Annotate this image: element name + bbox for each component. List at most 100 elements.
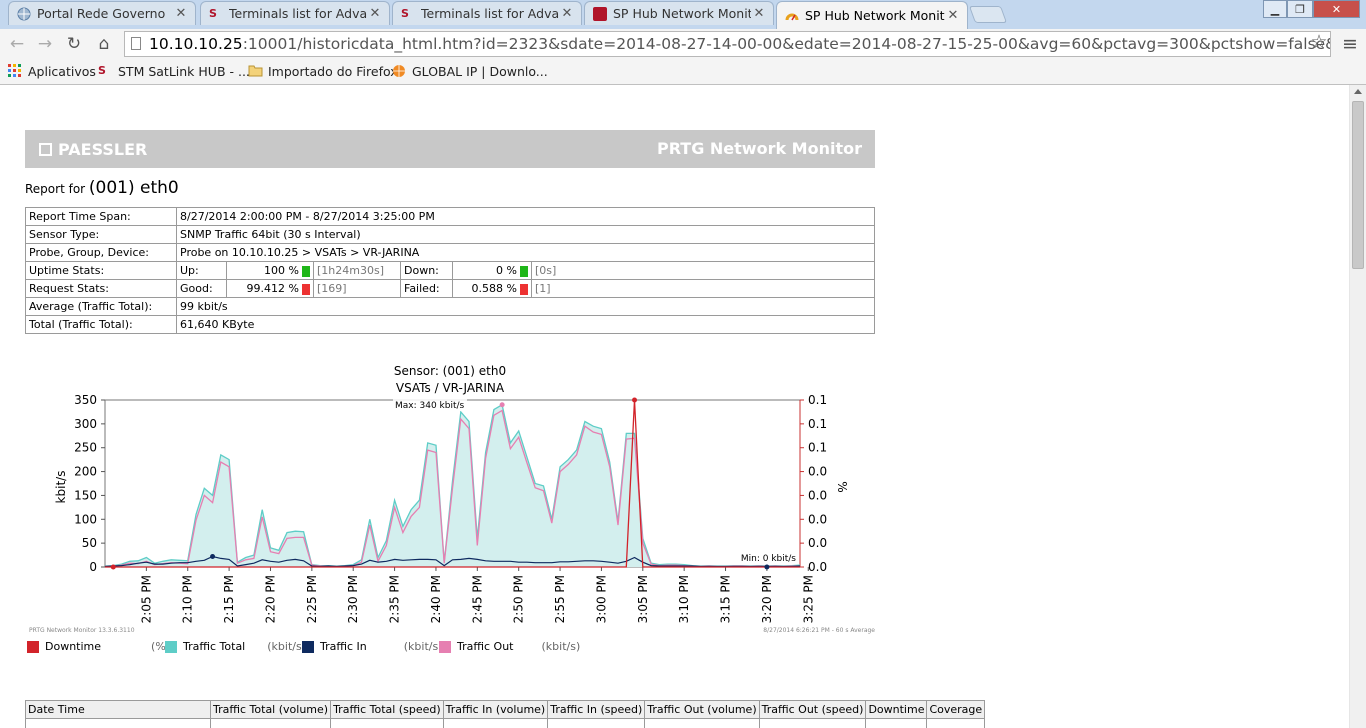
table-row: Total (Traffic Total): 61,640 KByte	[25, 315, 875, 334]
bookmark-apps[interactable]: Aplicativos	[8, 62, 96, 80]
min-marker	[764, 564, 770, 570]
y2-tick-label: 0.0	[808, 465, 827, 479]
stat-value: SNMP Traffic 64bit (30 s Interval)	[176, 225, 875, 244]
y2-tick-label: 0.1	[808, 417, 827, 431]
table-header-row: Date Time Traffic Total (volume) Traffic…	[25, 700, 986, 719]
chart-title: Sensor: (001) eth0	[394, 364, 506, 378]
max-marker	[499, 402, 505, 408]
status-bad-square	[520, 283, 528, 295]
minimize-button[interactable]: ▁	[1263, 0, 1287, 18]
stat-value: Probe on 10.10.10.25 > VSATs > VR-JARINA	[176, 243, 875, 262]
max-label: Max: 340 kbit/s	[395, 401, 465, 411]
home-icon[interactable]: ⌂	[92, 32, 116, 56]
browser-toolbar: ← → ↻ ⌂ 10.10.10.25:10001/historicdata_h…	[0, 29, 1366, 59]
chart-legend: Downtime (%) Traffic Total (kbit/s) Traf…	[25, 640, 625, 658]
stm-logo-icon: S	[98, 64, 106, 77]
legend-item-traffic-out: Traffic Out (kbit/s)	[439, 640, 580, 653]
legend-label: Downtime	[45, 640, 102, 653]
y-tick-label: 200	[74, 465, 97, 479]
legend-swatch	[27, 640, 39, 653]
min-label: Min: 0 kbit/s	[741, 554, 796, 564]
vertical-scrollbar[interactable]	[1349, 85, 1366, 728]
chart-footer-right: 8/27/2014 6:26:21 PM - 60 s Average	[763, 627, 875, 634]
x-tick-label: 2:55 PM	[553, 575, 567, 623]
report-sensor-name: (001) eth0	[88, 178, 179, 198]
menu-icon[interactable]: ≡	[1338, 32, 1362, 56]
column-header[interactable]: Traffic Out (speed)	[758, 700, 867, 719]
tab-sp-hub-1[interactable]: SP Hub Network Monitor ✕	[584, 1, 774, 25]
column-header[interactable]: Traffic Out (volume)	[644, 700, 760, 719]
report-heading: Report for (001) eth0	[25, 178, 179, 198]
column-header[interactable]: Coverage	[926, 700, 986, 719]
y2-tick-label: 0.1	[808, 441, 827, 455]
x-tick-label: 2:05 PM	[139, 575, 153, 623]
good-value: 99.412 %	[246, 282, 299, 295]
prtg-red-icon	[593, 6, 607, 21]
tab-strip: Portal Rede Governo ✕ S Terminals list f…	[0, 0, 1366, 29]
prtg-gauge-icon	[785, 9, 799, 23]
table-row: Probe, Group, Device: Probe on 10.10.10.…	[25, 243, 875, 262]
page-icon	[131, 37, 141, 50]
x-tick-label: 2:45 PM	[470, 575, 484, 623]
table-row: Uptime Stats: Up: 100 % [1h24m30s] Down:…	[25, 261, 875, 280]
up-time: [1h24m30s]	[313, 261, 401, 280]
x-tick-label: 2:10 PM	[181, 575, 195, 623]
legend-unit: (kbit/s)	[267, 640, 306, 653]
table-row: Average (Traffic Total): 99 kbit/s	[25, 297, 875, 316]
column-header[interactable]: Traffic In (volume)	[442, 700, 549, 719]
tab-sp-hub-active[interactable]: SP Hub Network Monitor ✕	[776, 1, 968, 29]
x-tick-label: 3:05 PM	[636, 575, 650, 623]
legend-label: Traffic Total	[183, 640, 246, 653]
tab-terminals-list-1[interactable]: S Terminals list for Advance ✕	[200, 1, 390, 25]
stm-logo-icon: S	[401, 6, 409, 20]
column-header[interactable]: Date Time	[25, 700, 211, 719]
column-header[interactable]: Downtime	[865, 700, 928, 719]
new-tab-button[interactable]	[968, 6, 1008, 23]
table-row	[25, 718, 986, 728]
back-arrow-icon[interactable]: ←	[5, 32, 29, 56]
y2-tick-label: 0.1	[808, 393, 827, 407]
x-tick-label: 2:30 PM	[346, 575, 360, 623]
chart-subtitle: VSATs / VR-JARINA	[396, 381, 505, 395]
paessler-logo: PAESSLER	[39, 140, 147, 159]
legend-swatch	[439, 640, 451, 653]
legend-item-traffic-total: Traffic Total (kbit/s)	[165, 640, 306, 653]
y-tick-label: 0	[89, 560, 97, 574]
tab-terminals-list-2[interactable]: S Terminals list for Advance ✕	[392, 1, 582, 25]
y2-tick-label: 0.0	[808, 560, 827, 574]
column-header[interactable]: Traffic Total (speed)	[330, 700, 444, 719]
bookmark-global-ip[interactable]: GLOBAL IP | Downlo...	[392, 62, 548, 80]
url-host: 10.10.10.25	[149, 35, 243, 53]
close-tab-icon[interactable]: ✕	[945, 8, 961, 23]
folder-icon	[248, 64, 263, 78]
reload-icon[interactable]: ↻	[62, 32, 86, 56]
column-header[interactable]: Traffic Total (volume)	[209, 700, 332, 719]
status-good-square	[302, 265, 310, 277]
y-tick-label: 250	[74, 441, 97, 455]
close-tab-icon[interactable]: ✕	[559, 6, 575, 21]
maximize-button[interactable]: ❐	[1287, 0, 1313, 18]
stat-label: Uptime Stats:	[25, 261, 177, 280]
x-tick-label: 3:15 PM	[719, 575, 733, 623]
column-header[interactable]: Traffic In (speed)	[547, 700, 646, 719]
y-axis-label: kbit/s	[54, 471, 68, 504]
close-tab-icon[interactable]: ✕	[173, 6, 189, 21]
forward-arrow-icon[interactable]: →	[33, 32, 57, 56]
close-tab-icon[interactable]: ✕	[751, 6, 767, 21]
y2-axis-label: %	[835, 481, 849, 492]
bookmark-stm-satlink[interactable]: S STM SatLink HUB - ...	[98, 62, 250, 80]
status-bad-square	[302, 283, 310, 295]
bookmark-label: Aplicativos	[28, 63, 96, 79]
scrollbar-thumb[interactable]	[1352, 101, 1364, 269]
bookmark-star-icon[interactable]: ☆	[1307, 30, 1331, 54]
good-value-cell: 99.412 %	[226, 279, 314, 298]
close-tab-icon[interactable]: ✕	[367, 6, 383, 21]
bookmark-firefox-folder[interactable]: Importado do Firefox	[248, 62, 398, 80]
address-bar[interactable]: 10.10.10.25:10001/historicdata_html.htm?…	[124, 31, 1331, 57]
close-window-button[interactable]: ✕	[1313, 0, 1360, 18]
traffic-chart: Sensor: (001) eth0 VSATs / VR-JARINA 350…	[29, 364, 875, 634]
scroll-up-arrow-icon[interactable]	[1354, 89, 1362, 94]
report-banner: PAESSLER PRTG Network Monitor	[25, 130, 875, 168]
page-content: PAESSLER PRTG Network Monitor Report for…	[0, 85, 1349, 728]
tab-portal-rede-governo[interactable]: Portal Rede Governo ✕	[8, 1, 196, 25]
